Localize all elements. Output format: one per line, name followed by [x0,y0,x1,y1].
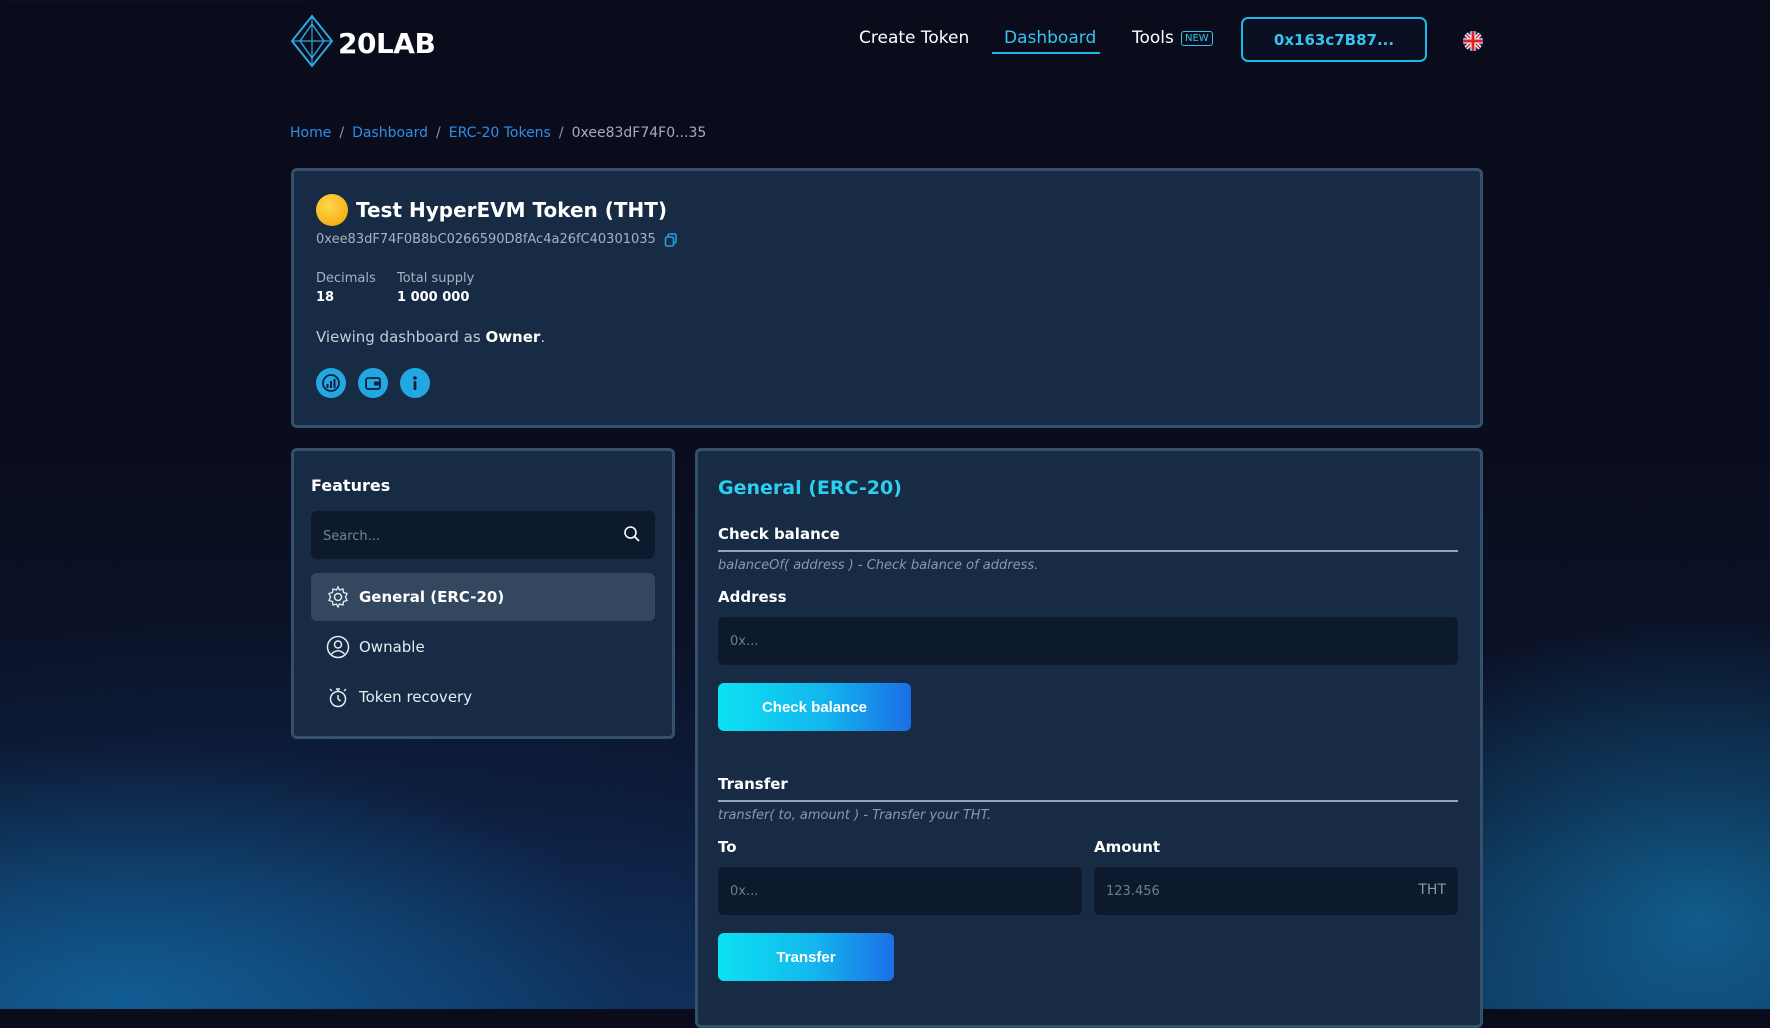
feature-label: Ownable [359,638,425,656]
transfer-description: transfer( to, amount ) - Transfer your T… [718,808,992,823]
wallet-button[interactable]: 0x163c7B87... [1241,17,1427,62]
feature-item-general[interactable]: General (ERC-20) [311,573,655,621]
amount-field: THT [1094,867,1458,915]
amount-label: Amount [1094,838,1161,856]
to-field [718,867,1082,915]
token-address: 0xee83dF74F0B8bC0266590D8fAc4a26fC403010… [316,232,656,247]
check-balance-description: balanceOf( address ) - Check balance of … [718,558,1039,573]
viewing-role: Owner [485,328,541,346]
token-action-icons [316,368,442,398]
token-title: Test HyperEVM Token (THT) [356,198,668,222]
viewing-prefix: Viewing dashboard as [316,328,486,346]
token-title-row: Test HyperEVM Token (THT) [316,194,667,226]
stopwatch-icon [326,685,350,709]
feature-search [311,511,655,561]
search-icon[interactable] [623,525,641,547]
token-address-row: 0xee83dF74F0B8bC0266590D8fAc4a26fC403010… [316,232,678,247]
viewing-suffix: . [540,328,546,346]
section-title: General (ERC-20) [718,477,902,499]
breadcrumb-current: 0xee83dF74F0...35 [571,125,707,141]
copy-icon[interactable] [664,232,678,247]
viewing-role-text: Viewing dashboard as Owner. [316,328,545,346]
total-supply-stat: Total supply 1 000 000 [397,271,474,305]
amount-input[interactable] [1094,867,1458,915]
amount-suffix: THT [1418,882,1446,898]
logo-text: 20LAB [338,26,436,60]
to-label: To [718,838,737,856]
transfer-heading: Transfer [718,775,1458,802]
transfer-button[interactable]: Transfer [718,933,894,981]
wallet-address: 0x163c7B87... [1273,30,1395,49]
token-card: Test HyperEVM Token (THT) 0xee83dF74F0B8… [291,168,1483,428]
breadcrumb-separator: / [436,125,441,141]
check-balance-heading: Check balance [718,525,1458,552]
wallet-icon[interactable] [358,368,388,398]
user-icon [326,635,350,659]
breadcrumb-dashboard[interactable]: Dashboard [352,125,428,141]
gear-icon [326,585,350,609]
features-card: Features General (ERC-20) Ownable [291,448,675,739]
total-supply-label: Total supply [397,271,475,286]
nav-tools[interactable]: Tools [1132,28,1174,48]
uk-flag-icon[interactable] [1463,31,1483,51]
address-input[interactable] [718,617,1458,665]
feature-item-ownable[interactable]: Ownable [311,623,655,671]
top-header: 20LAB Create Token Dashboard Tools NEW 0… [0,0,1770,82]
nav-dashboard[interactable]: Dashboard [1004,28,1096,48]
features-title: Features [311,476,391,495]
feature-item-token-recovery[interactable]: Token recovery [311,673,655,721]
chart-icon[interactable] [316,368,346,398]
decimals-value: 18 [316,290,335,305]
breadcrumb-separator: / [339,125,345,141]
decimals-stat: Decimals 18 [316,271,376,305]
feature-label: Token recovery [359,688,473,706]
logo-diamond-icon [290,14,334,72]
address-label: Address [718,588,787,606]
nav-create-token[interactable]: Create Token [859,28,969,48]
breadcrumb-erc20-tokens[interactable]: ERC-20 Tokens [449,125,551,141]
feature-search-input[interactable] [311,511,615,561]
breadcrumb: Home / Dashboard / ERC-20 Tokens / 0xee8… [290,125,706,141]
token-logo [316,194,348,226]
breadcrumb-home[interactable]: Home [290,125,331,141]
address-field [718,617,1458,665]
total-supply-value: 1 000 000 [397,290,470,305]
info-icon[interactable] [400,368,430,398]
new-badge: NEW [1181,31,1213,46]
general-erc20-card: General (ERC-20) Check balance balanceOf… [695,448,1483,1028]
feature-label: General (ERC-20) [359,588,505,606]
decimals-label: Decimals [316,271,376,286]
nav-active-underline [992,52,1100,54]
to-input[interactable] [718,867,1082,915]
logo[interactable]: 20LAB [290,14,436,72]
check-balance-button[interactable]: Check balance [718,683,911,731]
breadcrumb-separator: / [558,125,564,141]
